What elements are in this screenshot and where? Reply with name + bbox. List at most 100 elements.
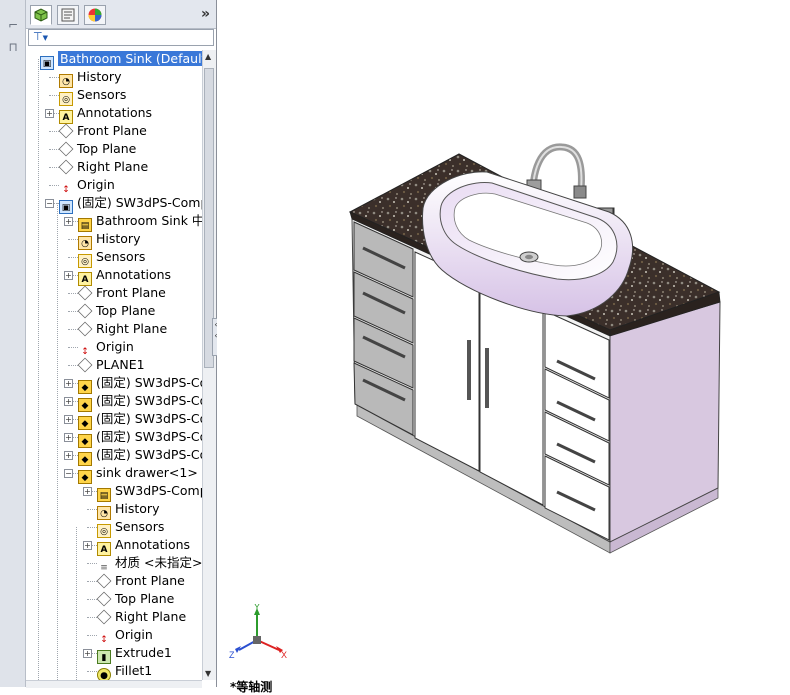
expand-icon[interactable]: + [64, 217, 73, 226]
tree-item[interactable]: ▤Bathroom Sink 中的 [78, 212, 202, 232]
tree-item[interactable]: Right Plane [96, 608, 186, 626]
tree-item[interactable]: Right Plane [58, 158, 148, 176]
plane-icon [77, 303, 93, 319]
plane-icon [77, 321, 93, 337]
tree-connector [87, 599, 97, 600]
collapse-icon[interactable]: − [64, 469, 73, 478]
tree-item[interactable]: ↕ Origin [78, 338, 134, 357]
tree-item-label: Sensors [77, 87, 127, 102]
tree-item[interactable]: ◔ History [59, 68, 121, 88]
tree-item-label: Fillet1 [115, 663, 153, 678]
tree-item-label: Origin [77, 177, 115, 192]
expand-icon[interactable]: + [83, 541, 92, 550]
assembly-icon: ▣ [40, 56, 54, 70]
tree-item-label: Origin [115, 627, 153, 642]
scroll-down-icon[interactable]: ▼ [205, 669, 211, 678]
tree-item-label: Annotations [77, 105, 153, 120]
tree-item-label: sink drawer<1> (De [96, 465, 202, 480]
collapse-icon[interactable]: − [45, 199, 54, 208]
tree-item[interactable]: ◔ History [78, 230, 140, 250]
tree-item[interactable]: ● Fillet1 [97, 662, 152, 680]
tree-item[interactable]: ◆(固定) SW3dPS-Com [78, 410, 202, 430]
expand-icon[interactable]: + [83, 487, 92, 496]
property-manager-tab[interactable] [57, 5, 79, 25]
sketch-icon[interactable]: ⌐ [6, 18, 20, 32]
tree-item[interactable]: ↕ Origin [97, 626, 153, 645]
tree-item[interactable]: ◆(固定) SW3dPS-Com [78, 446, 202, 466]
tree-item[interactable]: Front Plane [96, 572, 185, 590]
tree-filter-field[interactable]: ⊤▼ [28, 29, 214, 46]
tree-item-label: Top Plane [77, 141, 137, 156]
tree-root-item[interactable]: ▣ Bathroom Sink (Default< [40, 50, 202, 70]
tree-item[interactable]: ◆(固定) SW3dPS-Com [78, 374, 202, 394]
appearance-tab[interactable] [84, 5, 106, 25]
appearance-icon [88, 8, 102, 22]
expand-icon[interactable]: + [64, 379, 73, 388]
tree-item[interactable]: PLANE1 [77, 356, 145, 374]
expand-icon[interactable]: + [45, 109, 54, 118]
tree-item[interactable]: ◎ Sensors [78, 248, 145, 268]
tree-item-label: 材质 <未指定> [115, 555, 202, 570]
tree-item-label: Front Plane [96, 285, 166, 300]
tree-item[interactable]: ≡ 材质 <未指定> [97, 554, 202, 573]
tree-item-label: Top Plane [115, 591, 175, 606]
tree-item-label: (固定) SW3dPS-Com [96, 429, 202, 444]
scroll-up-icon[interactable]: ▲ [205, 52, 211, 61]
tree-item[interactable]: Top Plane [77, 302, 156, 320]
tree-item[interactable]: ◎ Sensors [97, 518, 164, 538]
tree-item[interactable]: ▤SW3dPS-Compo [97, 482, 202, 502]
tree-item[interactable]: ▮ Extrude1 [97, 644, 172, 664]
tree-item-label: PLANE1 [96, 357, 145, 372]
tree-guide-line [76, 527, 77, 680]
tree-item[interactable]: Front Plane [58, 122, 147, 140]
tree-item[interactable]: ◎ Sensors [59, 86, 127, 106]
filter-icon[interactable]: ⊤▼ [33, 30, 48, 43]
expand-icon[interactable]: + [64, 271, 73, 280]
plane-icon [77, 357, 93, 373]
tree-item[interactable]: A Annotations [59, 104, 153, 124]
tree-item[interactable]: A Annotations [78, 266, 171, 286]
component-icon: ◆ [78, 470, 92, 484]
tree-connector [49, 185, 59, 186]
tree-connector [87, 617, 97, 618]
plane-icon [58, 123, 74, 139]
tree-item[interactable]: ▣ (固定) SW3dPS-Compo [59, 194, 202, 214]
tree-item[interactable]: Front Plane [77, 284, 166, 302]
tree-item[interactable]: ◆(固定) SW3dPS-Com [78, 392, 202, 412]
left-icon-strip: ⌐ ⊓ [0, 0, 26, 687]
tree-connector [49, 131, 59, 132]
tree-item[interactable]: ◆(固定) SW3dPS-Com [78, 428, 202, 448]
triad-y-label: Y [254, 604, 260, 612]
tree-item-label: Top Plane [96, 303, 156, 318]
expand-icon[interactable]: + [64, 433, 73, 442]
expand-panel-icon[interactable]: » [201, 6, 210, 22]
expand-icon[interactable]: + [64, 397, 73, 406]
tree-item-label: Origin [96, 339, 134, 354]
plane-icon [58, 141, 74, 157]
tree-item-label: (固定) SW3dPS-Com [96, 447, 202, 462]
step-icon[interactable]: ⊓ [6, 40, 20, 54]
tree-connector [68, 347, 78, 348]
tree-item[interactable]: ◔ History [97, 500, 159, 520]
tree-connector [68, 311, 78, 312]
tree-item[interactable]: Right Plane [77, 320, 167, 338]
plane-icon [77, 285, 93, 301]
tree-guide-line [57, 203, 58, 680]
tree-item-label: SW3dPS-Compo [115, 483, 202, 498]
tree-item[interactable]: Top Plane [58, 140, 137, 158]
expand-icon[interactable]: + [83, 649, 92, 658]
tree-item[interactable]: A Annotations [97, 536, 190, 556]
triad-x-label: X [281, 650, 287, 660]
tree-item[interactable]: ◆ sink drawer<1> (De [78, 464, 202, 484]
tree-connector [68, 293, 78, 294]
tree-item[interactable]: ↕ Origin [59, 176, 115, 195]
tree-vertical-scrollbar[interactable]: ▲ ▼ [202, 50, 216, 680]
tree-item[interactable]: Top Plane [96, 590, 175, 608]
tree-item-label: (固定) SW3dPS-Com [96, 411, 202, 426]
expand-icon[interactable]: + [64, 415, 73, 424]
plane-icon [96, 609, 112, 625]
tree-connector [68, 257, 78, 258]
feature-manager-tab[interactable] [30, 5, 52, 25]
graphics-viewport[interactable]: Y X Z [217, 0, 790, 687]
expand-icon[interactable]: + [64, 451, 73, 460]
